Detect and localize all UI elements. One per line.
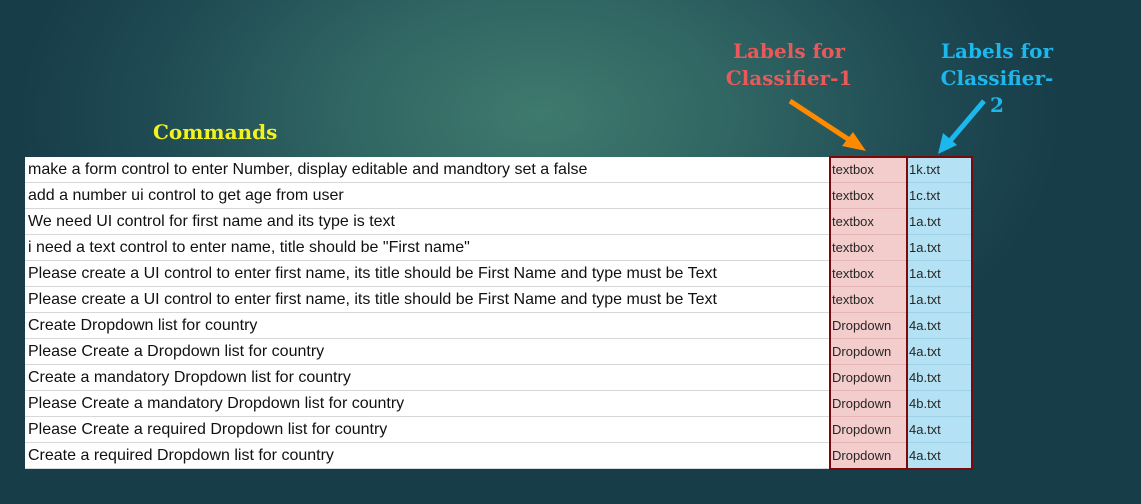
command-cell: Please create a UI control to enter firs… [25, 261, 829, 287]
classifier2-label-cell: 4b.txt [906, 365, 971, 391]
classifier1-label-cell: Dropdown [829, 417, 906, 443]
classifier2-label-cell: 1a.txt [906, 209, 971, 235]
command-cell: add a number ui control to get age from … [25, 183, 829, 209]
classifier2-label-cell: 1k.txt [906, 157, 971, 183]
table-row: Create a required Dropdown list for coun… [25, 443, 971, 469]
classifier1-label-cell: textbox [829, 183, 906, 209]
classifier2-label-cell: 4b.txt [906, 391, 971, 417]
command-cell: i need a text control to enter name, tit… [25, 235, 829, 261]
table-row: Please create a UI control to enter firs… [25, 261, 971, 287]
classifier1-label-cell: Dropdown [829, 391, 906, 417]
classifier2-label-cell: 1a.txt [906, 261, 971, 287]
classifier2-label-cell: 1c.txt [906, 183, 971, 209]
table-row: i need a text control to enter name, tit… [25, 235, 971, 261]
classifier2-label-cell: 4a.txt [906, 339, 971, 365]
command-cell: Please Create a required Dropdown list f… [25, 417, 829, 443]
command-cell: Create Dropdown list for country [25, 313, 829, 339]
table-row: We need UI control for first name and it… [25, 209, 971, 235]
classifier1-label-cell: textbox [829, 261, 906, 287]
table-row: Please create a UI control to enter firs… [25, 287, 971, 313]
table-row: Please Create a required Dropdown list f… [25, 417, 971, 443]
table-row: Please Create a Dropdown list for countr… [25, 339, 971, 365]
commands-table: make a form control to enter Number, dis… [25, 157, 971, 469]
classifier1-label-cell: textbox [829, 287, 906, 313]
blue-arrow-icon [938, 99, 986, 154]
classifier2-label-cell: 4a.txt [906, 313, 971, 339]
command-cell: Create a required Dropdown list for coun… [25, 443, 829, 469]
command-cell: Please create a UI control to enter firs… [25, 287, 829, 313]
table-row: add a number ui control to get age from … [25, 183, 971, 209]
classifier2-label-cell: 4a.txt [906, 417, 971, 443]
command-cell: Create a mandatory Dropdown list for cou… [25, 365, 829, 391]
table-row: Create Dropdown list for country Dropdown… [25, 313, 971, 339]
classifier1-label-cell: Dropdown [829, 365, 906, 391]
command-cell: Please Create a Dropdown list for countr… [25, 339, 829, 365]
command-cell: make a form control to enter Number, dis… [25, 157, 829, 183]
table-row: make a form control to enter Number, dis… [25, 157, 971, 183]
orange-arrow-icon [788, 98, 866, 151]
classifier2-label-cell: 4a.txt [906, 443, 971, 469]
classifier1-label-cell: textbox [829, 157, 906, 183]
classifier1-label-cell: textbox [829, 235, 906, 261]
command-cell: We need UI control for first name and it… [25, 209, 829, 235]
classifier2-label-cell: 1a.txt [906, 287, 971, 313]
classifier1-label-cell: textbox [829, 209, 906, 235]
table-row: Create a mandatory Dropdown list for cou… [25, 365, 971, 391]
classifier1-label-cell: Dropdown [829, 339, 906, 365]
command-cell: Please Create a mandatory Dropdown list … [25, 391, 829, 417]
table-row: Please Create a mandatory Dropdown list … [25, 391, 971, 417]
classifier1-label-cell: Dropdown [829, 313, 906, 339]
classifier1-label-cell: Dropdown [829, 443, 906, 469]
classifier2-label-cell: 1a.txt [906, 235, 971, 261]
